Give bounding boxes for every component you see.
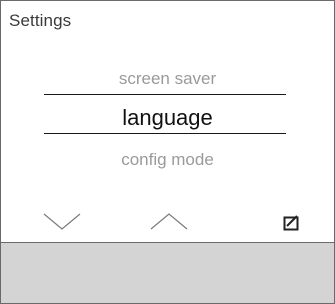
selection-line-top: [44, 94, 286, 95]
softkey-bar: [1, 201, 334, 241]
chevron-up-icon: [150, 213, 188, 230]
selection-line-bottom: [44, 133, 286, 134]
menu-item-previous[interactable]: screen saver: [1, 69, 334, 89]
chevron-down-icon: [43, 213, 81, 230]
lower-panel: [1, 243, 334, 303]
menu-item-selected[interactable]: language: [1, 105, 334, 131]
edit-confirm-icon: [283, 215, 299, 231]
confirm-button[interactable]: [271, 205, 311, 235]
page-title: Settings: [9, 11, 72, 30]
menu-item-next[interactable]: config mode: [1, 150, 334, 170]
display-screen: Settings screen saver language config mo…: [1, 1, 334, 242]
scroll-up-button[interactable]: [149, 205, 189, 235]
scroll-down-button[interactable]: [42, 205, 82, 235]
device-frame: Settings screen saver language config mo…: [0, 0, 335, 304]
